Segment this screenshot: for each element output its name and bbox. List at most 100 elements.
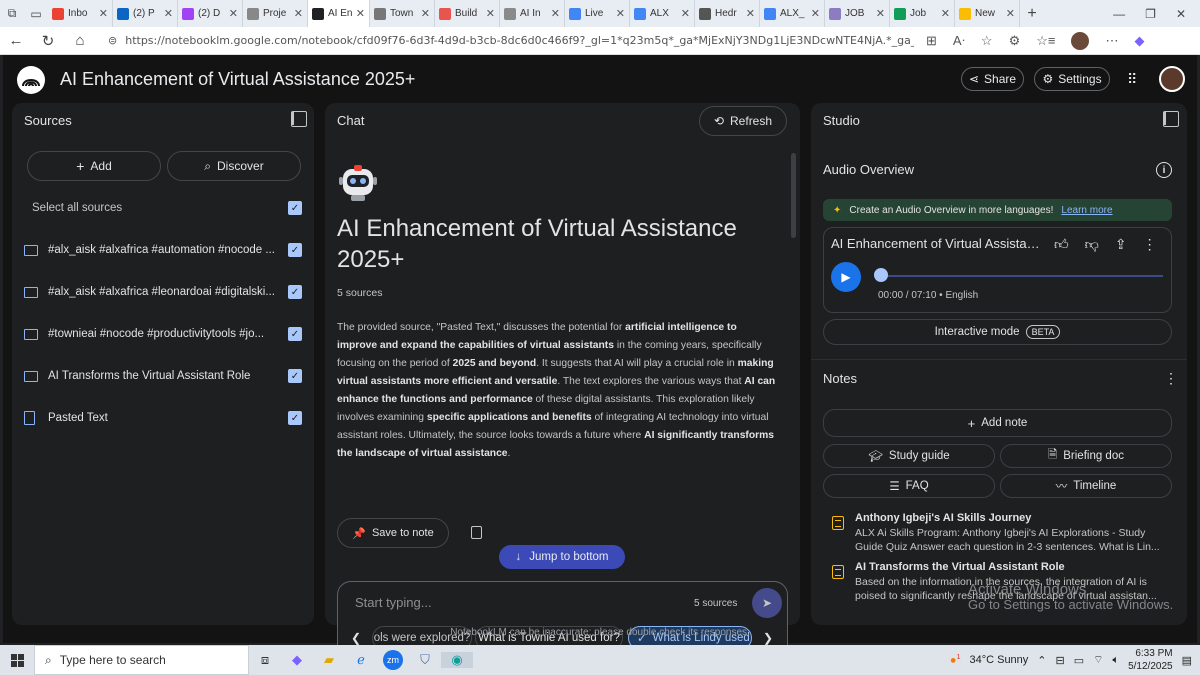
source-checkbox[interactable]: ✓ [288,411,302,425]
browser-tab[interactable]: Proje ✕ [243,0,308,27]
apps-grid-icon[interactable]: ⠿ [1127,71,1137,88]
jump-to-bottom-button[interactable]: ↓ Jump to bottom [499,545,625,569]
task-view-icon[interactable]: ⧈ [249,652,281,668]
audio-progress-track[interactable] [879,275,1163,277]
share-audio-icon[interactable]: ⇪ [1115,236,1127,253]
chevron-up-icon[interactable]: ⌃ [1037,654,1046,667]
browser-tab[interactable]: AI En ✕ [308,0,370,27]
close-tab-icon[interactable]: ✕ [876,7,885,20]
browser-tab[interactable]: Build ✕ [435,0,500,27]
source-item[interactable]: #alx_aisk #alxafrica #leonardoai #digita… [24,281,302,303]
source-checkbox[interactable]: ✓ [288,369,302,383]
add-source-button[interactable]: + Add [27,151,161,181]
audio-scrubber[interactable] [874,268,888,282]
favorite-icon[interactable]: ☆ [981,33,993,49]
browser-tab[interactable]: JOB ✕ [825,0,890,27]
extensions-icon[interactable]: ⚙ [1009,33,1021,49]
close-tab-icon[interactable]: ✕ [229,7,238,20]
collapse-panel-icon[interactable] [291,111,307,127]
add-note-button[interactable]: + Add note [823,409,1172,437]
thumbs-down-icon[interactable]: 👎︎ [1085,236,1099,253]
chat-scrollbar[interactable] [791,153,796,238]
collapse-studio-icon[interactable] [1163,111,1179,127]
share-button[interactable]: ⋖ Share [961,67,1024,91]
browser-profile-avatar[interactable] [1071,31,1090,50]
notes-more-icon[interactable]: ⋮ [1164,370,1178,387]
browser-tab[interactable]: Inbo ✕ [48,0,113,27]
close-tab-icon[interactable]: ✕ [681,7,690,20]
clock[interactable]: 6:33 PM 5/12/2025 [1128,647,1173,673]
notifications-icon[interactable]: ▤ [1182,654,1192,667]
source-checkbox[interactable]: ✓ [288,327,302,341]
notebook-title[interactable]: AI Enhancement of Virtual Assistance 202… [60,69,415,90]
select-all-checkbox[interactable]: ✓ [288,201,302,215]
source-item[interactable]: Pasted Text ✓ [24,407,302,429]
source-item[interactable]: #townieai #nocode #productivitytools #jo… [24,323,302,345]
copilot-taskbar-icon[interactable]: ◆ [281,652,313,668]
app-install-icon[interactable]: ⊞ [926,33,937,49]
browser-tab[interactable]: AI In ✕ [500,0,565,27]
zoom-icon[interactable]: zm [377,650,409,670]
chat-input-placeholder[interactable]: Start typing... [355,595,432,610]
tab-actions-icon[interactable]: ▭ [24,7,48,21]
close-tab-icon[interactable]: ✕ [1006,7,1015,20]
browser-tab[interactable]: (2) P ✕ [113,0,178,27]
refresh-button[interactable]: ⟲ Refresh [699,106,787,136]
close-tab-icon[interactable]: ✕ [551,7,560,20]
reload-icon[interactable]: ↻ [32,32,64,50]
vpn-icon[interactable]: ⛉ [409,652,441,668]
source-checkbox[interactable]: ✓ [288,243,302,257]
taskbar-search[interactable]: ⌕ Type here to search [34,645,249,675]
info-icon[interactable]: i [1156,162,1172,178]
more-icon[interactable]: ⋯ [1105,33,1118,49]
close-tab-icon[interactable]: ✕ [486,7,495,20]
study-guide-button[interactable]: 🎓︎ Study guide [823,444,995,468]
browser-tab[interactable]: New ✕ [955,0,1020,27]
new-tab-button[interactable]: + [1020,5,1044,23]
note-item[interactable]: Anthony Igbeji's AI Skills Journey ALX A… [823,512,1168,554]
settings-button[interactable]: ⚙ Settings [1034,67,1110,91]
browser-tab[interactable]: Live ✕ [565,0,630,27]
close-tab-icon[interactable]: ✕ [421,7,430,20]
favorites-icon[interactable]: ☆≡ [1036,33,1055,49]
close-tab-icon[interactable]: ✕ [616,7,625,20]
browser-tab[interactable]: Job ✕ [890,0,955,27]
site-info-icon[interactable]: ⊜ [108,34,117,47]
thumbs-up-icon[interactable]: 👍︎ [1054,236,1069,253]
battery-icon[interactable]: ▭ [1074,654,1084,667]
edge-icon[interactable]: ◉ [441,652,473,668]
send-icon[interactable]: ➤ [752,588,782,618]
restore-icon[interactable]: ❐ [1145,7,1156,21]
close-tab-icon[interactable]: ✕ [941,7,950,20]
browser-tab[interactable]: Hedr ✕ [695,0,760,27]
learn-more-link[interactable]: Learn more [1061,205,1112,216]
url-field[interactable]: ⊜ https://notebooklm.google.com/notebook… [108,30,914,52]
copy-icon[interactable] [471,526,482,539]
select-all-row[interactable]: Select all sources ✓ [24,197,302,219]
close-tab-icon[interactable]: ✕ [294,7,303,20]
internet-explorer-icon[interactable]: ℯ [345,652,377,668]
file-explorer-icon[interactable]: ▰ [313,652,345,668]
browser-tab[interactable]: ALX ✕ [630,0,695,27]
faq-button[interactable]: ☰ FAQ [823,474,995,498]
volume-icon[interactable]: 🔈︎ [1112,654,1119,667]
close-tab-icon[interactable]: ✕ [164,7,173,20]
back-icon[interactable]: ← [0,32,32,49]
discover-button[interactable]: ⌕ Discover [167,151,301,181]
close-tab-icon[interactable]: ✕ [746,7,755,20]
notebooklm-logo-icon[interactable] [17,66,45,94]
briefing-doc-button[interactable]: 🗎︎ Briefing doc [1000,444,1172,468]
start-button[interactable] [0,653,34,667]
source-item[interactable]: AI Transforms the Virtual Assistant Role… [24,365,302,387]
close-window-icon[interactable]: ✕ [1176,7,1186,21]
close-tab-icon[interactable]: ✕ [99,7,108,20]
workspaces-icon[interactable]: ⧉ [0,6,24,21]
copilot-icon[interactable]: ◆ [1134,33,1144,49]
source-item[interactable]: #alx_aisk #alxafrica #automation #nocode… [24,239,302,261]
close-tab-icon[interactable]: ✕ [356,7,365,20]
wifi-icon[interactable]: ⌔ [1093,653,1103,667]
more-vert-icon[interactable]: ⋮ [1143,236,1157,253]
browser-tab[interactable]: Town ✕ [370,0,435,27]
close-tab-icon[interactable]: ✕ [811,7,820,20]
read-aloud-icon[interactable]: Aᐧ [953,33,965,49]
